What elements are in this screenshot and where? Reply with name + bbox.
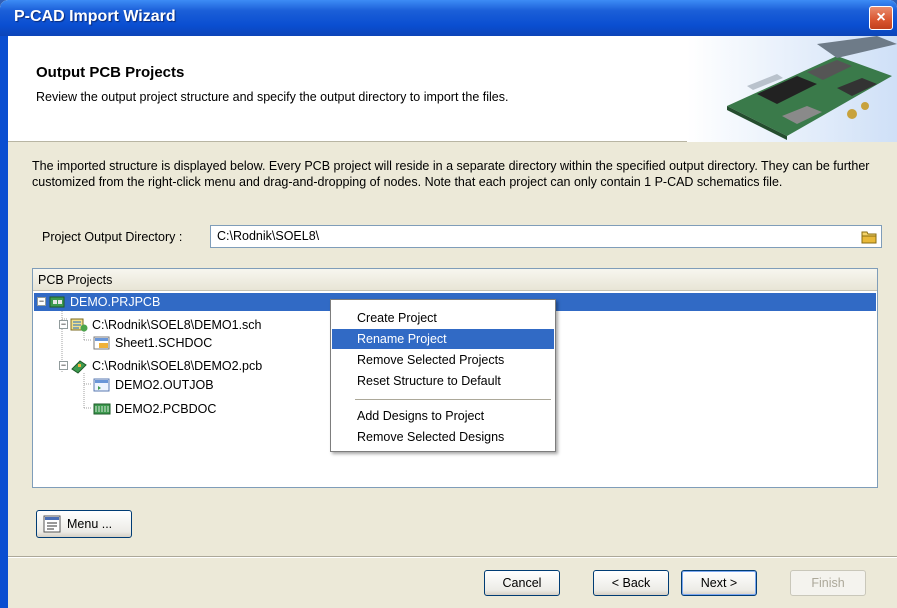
tree-node-demo2-outjob[interactable]: DEMO2.OUTJOB	[93, 376, 216, 393]
cancel-button[interactable]: Cancel	[484, 570, 560, 596]
menu-separator	[355, 399, 551, 400]
output-dir-input[interactable]: C:\Rodnik\SOEL8\	[210, 225, 882, 248]
description-text: The imported structure is displayed belo…	[32, 159, 870, 189]
menu-button-label: Menu ...	[67, 517, 113, 531]
menu-item-add-designs[interactable]: Add Designs to Project	[332, 406, 554, 426]
menu-icon	[43, 515, 61, 533]
pcbdoc-icon	[93, 403, 111, 414]
page-subtitle: Review the output project structure and …	[36, 90, 509, 104]
window-edge	[0, 36, 8, 608]
footer-divider	[8, 556, 897, 558]
menu-item-remove-selected-designs[interactable]: Remove Selected Designs	[332, 427, 554, 447]
tree-node-demo1-sch[interactable]: − C:\Rodnik\SOEL8\DEMO1.sch	[59, 316, 264, 333]
tree-node-label: C:\Rodnik\SOEL8\DEMO2.pcb	[92, 358, 263, 373]
tree-node-demo2-pcbdoc[interactable]: DEMO2.PCBDOC	[93, 400, 218, 417]
tree-node-label: DEMO2.OUTJOB	[115, 377, 214, 392]
context-menu: Create Project Rename Project Remove Sel…	[330, 299, 556, 452]
collapse-icon[interactable]: −	[59, 361, 68, 370]
tree-node-demo-prjpcb[interactable]: − DEMO.PRJPCB	[37, 293, 162, 310]
pcb-project-icon	[49, 296, 65, 307]
close-button[interactable]: ×	[869, 6, 893, 30]
page-title: Output PCB Projects	[36, 64, 185, 81]
outjob-icon	[93, 378, 110, 391]
output-dir-value: C:\Rodnik\SOEL8\	[217, 229, 320, 243]
menu-item-create-project[interactable]: Create Project	[332, 308, 554, 328]
schematic-source-icon	[70, 318, 88, 331]
collapse-icon[interactable]: −	[37, 297, 46, 306]
tree-node-label: DEMO.PRJPCB	[70, 294, 161, 309]
wizard-header: Output PCB Projects Review the output pr…	[8, 36, 897, 142]
tree-node-sheet1-schdoc[interactable]: Sheet1.SCHDOC	[93, 334, 214, 351]
title-bar[interactable]: P-CAD Import Wizard ×	[0, 0, 897, 36]
tree-node-label: DEMO2.PCBDOC	[115, 401, 217, 416]
wizard-window: P-CAD Import Wizard × Output PCB Project…	[0, 0, 897, 608]
menu-item-remove-selected-projects[interactable]: Remove Selected Projects	[332, 350, 554, 370]
menu-item-reset-structure[interactable]: Reset Structure to Default	[332, 371, 554, 391]
folder-icon[interactable]	[861, 229, 877, 244]
next-button[interactable]: Next >	[681, 570, 757, 596]
menu-item-rename-project[interactable]: Rename Project	[332, 329, 554, 349]
tree-node-demo2-pcb[interactable]: − C:\Rodnik\SOEL8\DEMO2.pcb	[59, 357, 264, 374]
pcb-source-icon	[71, 359, 87, 374]
collapse-icon[interactable]: −	[59, 320, 68, 329]
pcb-board-image	[687, 36, 897, 142]
schdoc-icon	[93, 336, 110, 349]
back-button[interactable]: < Back	[593, 570, 669, 596]
window-title: P-CAD Import Wizard	[14, 8, 176, 25]
output-dir-label: Project Output Directory :	[42, 230, 183, 244]
finish-button[interactable]: Finish	[790, 570, 866, 596]
tree-node-label: C:\Rodnik\SOEL8\DEMO1.sch	[92, 317, 262, 332]
menu-button[interactable]: Menu ...	[36, 510, 132, 538]
tree-node-label: Sheet1.SCHDOC	[115, 335, 213, 350]
